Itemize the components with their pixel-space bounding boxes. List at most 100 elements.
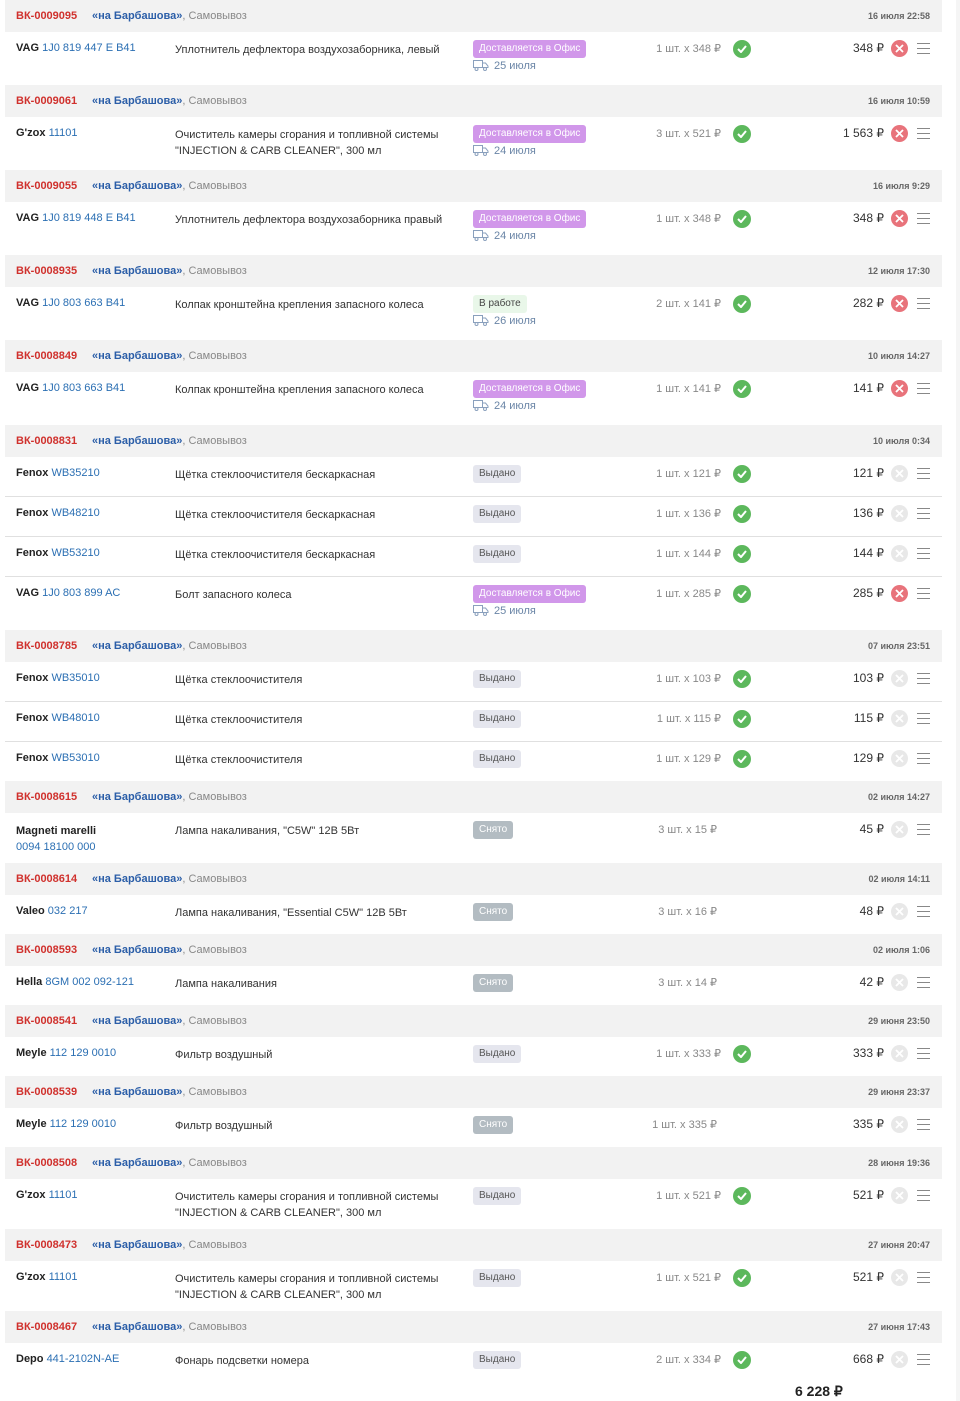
order-id-link[interactable]: ВК-0008473: [16, 1239, 77, 1251]
menu-lines-icon[interactable]: [917, 468, 930, 479]
pickup-type: , Самовывоз: [182, 95, 247, 107]
order-id-link[interactable]: ВК-0008935: [16, 265, 77, 277]
part-code-link[interactable]: WB48210: [51, 507, 99, 519]
part-code-link[interactable]: WB35210: [51, 467, 99, 479]
order-date: 28 июня 19:36: [868, 1158, 930, 1168]
menu-lines-icon[interactable]: [917, 213, 930, 224]
order-id-link[interactable]: ВК-0008593: [16, 944, 77, 956]
store-name-link[interactable]: «на Барбашова»: [92, 1321, 182, 1333]
check-circle-icon: [733, 295, 751, 313]
delivery-date-text: 24 июля: [494, 145, 536, 157]
store-name-link[interactable]: «на Барбашова»: [92, 180, 182, 192]
part-code-link[interactable]: 11101: [49, 1271, 78, 1283]
order-header: ВК-0008935 «на Барбашова», Самовывоз 12 ию…: [5, 255, 942, 287]
order-id-link[interactable]: ВК-0008539: [16, 1086, 77, 1098]
item-name: Щётка стеклоочистителя: [175, 674, 303, 686]
cancel-x-icon[interactable]: [891, 210, 908, 227]
store-name-link[interactable]: «на Барбашова»: [92, 1015, 182, 1027]
menu-lines-icon[interactable]: [917, 1190, 930, 1201]
item-name: Очиститель камеры сгорания и топливной с…: [175, 1191, 439, 1219]
order-id-link[interactable]: ВК-0008541: [16, 1015, 77, 1027]
order-id-link[interactable]: ВК-0008785: [16, 640, 77, 652]
cancel-x-icon[interactable]: [891, 380, 908, 397]
order-id-link[interactable]: ВК-0008831: [16, 435, 77, 447]
part-code-link[interactable]: 112 129 0010: [50, 1118, 116, 1130]
item-sum: 348 ₽: [853, 211, 884, 225]
part-code-link[interactable]: WB35010: [51, 672, 99, 684]
menu-lines-icon[interactable]: [917, 43, 930, 54]
part-code-link[interactable]: 1J0 819 448 E B41: [42, 212, 136, 224]
brand-name: Magneti marelli: [16, 825, 97, 837]
menu-lines-icon[interactable]: [917, 588, 930, 599]
order-id-link[interactable]: ВК-0009055: [16, 180, 77, 192]
part-code-link[interactable]: 0094 18100 000: [16, 839, 96, 855]
order-id-link[interactable]: ВК-0008615: [16, 791, 77, 803]
pickup-type: , Самовывоз: [182, 1239, 247, 1251]
menu-lines-icon[interactable]: [917, 673, 930, 684]
cancel-x-icon[interactable]: [891, 40, 908, 57]
part-code-link[interactable]: WB48010: [51, 712, 99, 724]
store-name-link[interactable]: «на Барбашова»: [92, 10, 182, 22]
menu-lines-icon[interactable]: [917, 824, 930, 835]
item-brand: VAG 1J0 819 448 E B41: [16, 212, 136, 224]
menu-lines-icon[interactable]: [917, 128, 930, 139]
item-qty-price: 1 шт. x 144 ₽: [656, 548, 721, 560]
menu-lines-icon[interactable]: [917, 548, 930, 559]
menu-lines-icon[interactable]: [917, 1354, 930, 1365]
store-name-link[interactable]: «на Барбашова»: [92, 1157, 182, 1169]
order-id-link[interactable]: ВК-0008849: [16, 350, 77, 362]
menu-lines-icon[interactable]: [917, 906, 930, 917]
order-store: «на Барбашова», Самовывоз: [92, 95, 247, 107]
part-code-link[interactable]: 1J0 819 447 E B41: [42, 42, 136, 54]
cancel-x-icon[interactable]: [891, 125, 908, 142]
order-id-link[interactable]: ВК-0009061: [16, 95, 77, 107]
order-store: «на Барбашова», Самовывоз: [92, 265, 247, 277]
menu-lines-icon[interactable]: [917, 298, 930, 309]
menu-lines-icon[interactable]: [917, 753, 930, 764]
order-item-row: Valeo 032 217 Лампа накаливания, "Essenti…: [5, 895, 942, 934]
part-code-link[interactable]: WB53210: [51, 547, 99, 559]
menu-lines-icon[interactable]: [917, 713, 930, 724]
cancel-x-icon[interactable]: [891, 295, 908, 312]
part-code-link[interactable]: 8GM 002 092-121: [45, 976, 134, 988]
check-circle-icon: [733, 125, 751, 143]
part-code-link[interactable]: WB53010: [51, 752, 99, 764]
menu-lines-icon[interactable]: [917, 1272, 930, 1283]
menu-lines-icon[interactable]: [917, 1048, 930, 1059]
part-code-link[interactable]: 441-2102N-AE: [47, 1353, 120, 1365]
store-name-link[interactable]: «на Барбашова»: [92, 435, 182, 447]
order-date: 16 июля 9:29: [873, 181, 930, 191]
order-id-link[interactable]: ВК-0008614: [16, 873, 77, 885]
part-code-link[interactable]: 1J0 803 663 B41: [42, 382, 125, 394]
store-name-link[interactable]: «на Барбашова»: [92, 1239, 182, 1251]
store-name-link[interactable]: «на Барбашова»: [92, 944, 182, 956]
part-code-link[interactable]: 112 129 0010: [50, 1047, 116, 1059]
pickup-type: , Самовывоз: [182, 265, 247, 277]
store-name-link[interactable]: «на Барбашова»: [92, 791, 182, 803]
order-item-row: Depo 441-2102N-AE Фонарь подсветки номера…: [5, 1343, 942, 1382]
scrollbar[interactable]: [956, 0, 960, 1401]
status-badge: Доставляется в Офис: [473, 40, 587, 58]
menu-lines-icon[interactable]: [917, 383, 930, 394]
store-name-link[interactable]: «на Барбашова»: [92, 1086, 182, 1098]
order-id-link[interactable]: ВК-0009095: [16, 10, 77, 22]
store-name-link[interactable]: «на Барбашова»: [92, 265, 182, 277]
store-name-link[interactable]: «на Барбашова»: [92, 640, 182, 652]
menu-lines-icon[interactable]: [917, 977, 930, 988]
part-code-link[interactable]: 1J0 803 663 B41: [42, 297, 125, 309]
delivery-date-text: 24 июля: [494, 400, 536, 412]
menu-lines-icon[interactable]: [917, 1119, 930, 1130]
store-name-link[interactable]: «на Барбашова»: [92, 95, 182, 107]
part-code-link[interactable]: 11101: [49, 1189, 78, 1201]
cancel-x-icon[interactable]: [891, 585, 908, 602]
store-name-link[interactable]: «на Барбашова»: [92, 873, 182, 885]
order-header: ВК-0008473 «на Барбашова», Самовывоз 27 ию…: [5, 1229, 942, 1261]
order-id-link[interactable]: ВК-0008508: [16, 1157, 77, 1169]
part-code-link[interactable]: 1J0 803 899 AC: [42, 587, 120, 599]
part-code-link[interactable]: 11101: [49, 127, 78, 139]
store-name-link[interactable]: «на Барбашова»: [92, 350, 182, 362]
part-code-link[interactable]: 032 217: [48, 905, 88, 917]
order-header: ВК-0009061 «на Барбашова», Самовывоз 16 ию…: [5, 85, 942, 117]
menu-lines-icon[interactable]: [917, 508, 930, 519]
order-id-link[interactable]: ВК-0008467: [16, 1321, 77, 1333]
